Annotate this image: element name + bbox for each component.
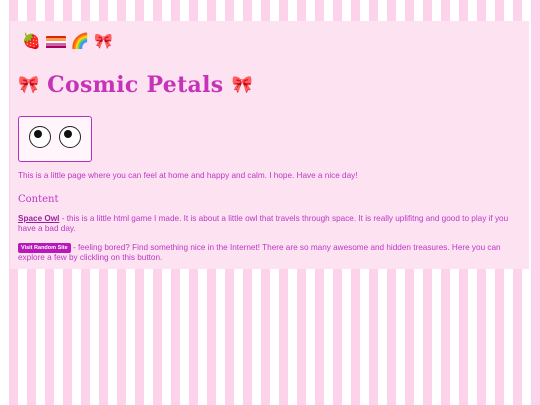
badge-row: 🍓 🌈 🎀	[18, 32, 521, 52]
googly-eyes-widget	[18, 116, 92, 162]
bow-icon-left: 🎀	[18, 75, 40, 94]
bow-icon-right: 🎀	[231, 75, 253, 94]
main-panel: 🍓 🌈 🎀 🎀 Cosmic Petals 🎀 This is a little…	[10, 21, 529, 269]
intro-text: This is a little page where you can feel…	[18, 171, 358, 180]
random-site-item: Visit Random Site - feeling bored? Find …	[18, 242, 521, 264]
space-owl-link[interactable]: Space Owl	[18, 214, 59, 223]
rainbow-icon: 🌈	[70, 33, 90, 50]
game-item: Space Owl - this is a little html game I…	[18, 214, 521, 235]
visit-random-site-button[interactable]: Visit Random Site	[18, 242, 71, 253]
strawberry-icon: 🍓	[22, 33, 41, 50]
title-row: 🎀 Cosmic Petals 🎀	[18, 70, 521, 100]
page-title: Cosmic Petals	[47, 72, 224, 98]
random-site-description: - feeling bored? Find something nice in …	[18, 242, 501, 263]
content-heading: Content	[18, 193, 59, 205]
bow-icon: 🎀	[94, 33, 114, 50]
left-eye-icon	[29, 126, 51, 148]
lesbian-flag-icon	[45, 35, 66, 49]
game-description: - this is a little html game I made. It …	[18, 213, 509, 234]
right-eye-icon	[59, 126, 81, 148]
